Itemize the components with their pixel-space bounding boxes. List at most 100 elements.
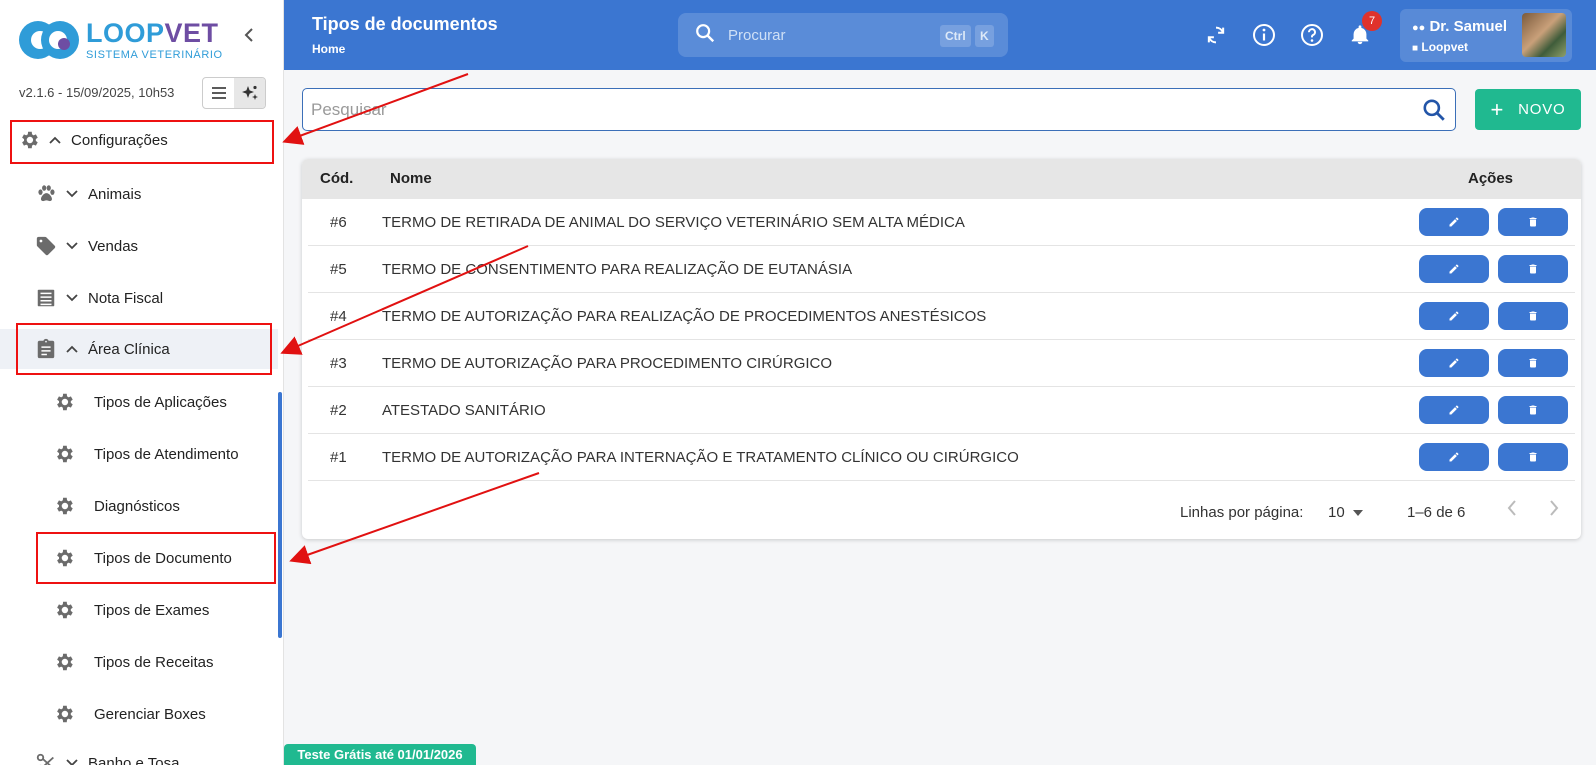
sidebar-item-tipos-de-exames[interactable]: Tipos de Exames	[0, 590, 278, 630]
sidebar-item-label: Tipos de Receitas	[94, 653, 214, 671]
gear-icon	[52, 442, 76, 466]
sidebar-item-vendas[interactable]: Vendas	[0, 226, 278, 266]
view-toggle[interactable]	[202, 77, 266, 109]
edit-button[interactable]	[1419, 443, 1489, 471]
delete-button[interactable]	[1498, 349, 1568, 377]
paw-icon	[34, 182, 58, 206]
sidebar-scrollbar[interactable]	[278, 392, 282, 638]
trash-icon	[1529, 452, 1537, 462]
gear-icon	[52, 650, 76, 674]
rows-per-page-select[interactable]: 10	[1328, 504, 1363, 521]
trash-icon	[1529, 264, 1537, 274]
gear-icon	[52, 702, 76, 726]
sidebar-item-gerenciar-boxes[interactable]: Gerenciar Boxes	[0, 694, 278, 734]
dropdown-arrow-icon	[1352, 509, 1363, 516]
delete-button[interactable]	[1498, 396, 1568, 424]
refresh-icon[interactable]	[1204, 23, 1228, 47]
row-code: #6	[330, 214, 347, 231]
chevron-down-icon	[64, 238, 80, 254]
column-header-actions: Ações	[1468, 170, 1514, 187]
page-title: Tipos de documentos	[312, 14, 498, 34]
sidebar-item-label: Diagnósticos	[94, 497, 180, 515]
plus-icon: +	[1490, 96, 1505, 122]
scissors-icon	[34, 751, 58, 765]
sidebar-item-nota-fiscal[interactable]: Nota Fiscal	[0, 278, 278, 318]
sidebar-item-label: Gerenciar Boxes	[94, 705, 206, 723]
sidebar-item-tipos-de-atendimento[interactable]: Tipos de Atendimento	[0, 434, 278, 474]
sparkle-icon[interactable]	[234, 78, 265, 108]
chevron-down-icon	[64, 186, 80, 202]
table-row: #5 TERMO DE CONSENTIMENTO PARA REALIZAÇÃO…	[308, 246, 1575, 293]
edit-button[interactable]	[1419, 255, 1489, 283]
search-icon	[694, 22, 716, 49]
row-code: #4	[330, 308, 347, 325]
sidebar-item-label: Vendas	[88, 237, 139, 255]
pencil-icon	[1449, 405, 1459, 415]
users-icon: ●●	[1412, 22, 1426, 34]
trash-icon	[1529, 217, 1537, 227]
table-search-field[interactable]	[302, 88, 1456, 131]
search-icon[interactable]	[1421, 97, 1447, 123]
sidebar-item-tipos-de-aplicacoes[interactable]: Tipos de Aplicações	[0, 382, 278, 422]
gear-icon	[52, 494, 76, 518]
row-name: TERMO DE AUTORIZAÇÃO PARA INTERNAÇÃO E T…	[382, 449, 1019, 466]
breadcrumb-home[interactable]: Home	[312, 42, 345, 56]
document-types-table: Cód. Nome Ações #6 TERMO DE RETIRADA DE A…	[302, 159, 1581, 539]
global-search[interactable]: Procurar Ctrl K	[678, 13, 1008, 57]
rows-per-page-label: Linhas por página:	[1180, 504, 1304, 521]
annotation-box-configuracoes	[10, 120, 274, 164]
logo-mark-icon	[18, 20, 80, 60]
table-row: #2 ATESTADO SANITÁRIO	[308, 387, 1575, 434]
sidebar: LOOPVET SISTEMA VETERINÁRIO v2.1.6 - 15/…	[0, 0, 284, 765]
column-header-code[interactable]: Cód.	[320, 170, 353, 187]
row-name: TERMO DE AUTORIZAÇÃO PARA PROCEDIMENTO C…	[382, 355, 833, 372]
column-header-name[interactable]: Nome	[390, 170, 432, 187]
edit-button[interactable]	[1419, 349, 1489, 377]
sidebar-item-diagnosticos[interactable]: Diagnósticos	[0, 486, 278, 526]
table-row: #3 TERMO DE AUTORIZAÇÃO PARA PROCEDIMENTO…	[308, 340, 1575, 387]
user-name: Dr. Samuel	[1429, 18, 1508, 35]
user-org: Loopvet	[1421, 40, 1469, 54]
chevron-down-icon	[64, 290, 80, 306]
trial-banner[interactable]: Teste Grátis até 01/01/2026	[284, 744, 476, 765]
sidebar-item-tipos-de-receitas[interactable]: Tipos de Receitas	[0, 642, 278, 682]
receipt-icon	[34, 286, 58, 310]
pagination-range: 1–6 de 6	[1407, 504, 1466, 521]
trash-icon	[1529, 405, 1537, 415]
delete-button[interactable]	[1498, 302, 1568, 330]
building-icon: ■	[1412, 43, 1419, 54]
sidebar-item-label: Tipos de Atendimento	[94, 445, 239, 463]
row-code: #1	[330, 449, 347, 466]
previous-page-icon[interactable]	[1506, 499, 1518, 521]
sidebar-item-label: Banho e Tosa	[88, 754, 180, 765]
avatar[interactable]	[1522, 13, 1566, 57]
delete-button[interactable]	[1498, 208, 1568, 236]
collapse-sidebar-button[interactable]	[240, 24, 258, 46]
pencil-icon	[1449, 358, 1459, 368]
list-view-icon[interactable]	[203, 78, 234, 108]
delete-button[interactable]	[1498, 255, 1568, 283]
edit-button[interactable]	[1419, 208, 1489, 236]
gear-icon	[52, 390, 76, 414]
edit-button[interactable]	[1419, 396, 1489, 424]
sidebar-item-animais[interactable]: Animais	[0, 174, 278, 214]
row-name: TERMO DE AUTORIZAÇÃO PARA REALIZAÇÃO DE …	[382, 308, 987, 325]
info-icon[interactable]	[1252, 23, 1276, 47]
next-page-icon[interactable]	[1548, 499, 1560, 521]
logo[interactable]: LOOPVET SISTEMA VETERINÁRIO	[18, 19, 223, 61]
sidebar-item-banho-e-tosa[interactable]: Banho e Tosa	[0, 743, 278, 765]
sidebar-item-label: Tipos de Exames	[94, 601, 210, 619]
edit-button[interactable]	[1419, 302, 1489, 330]
sidebar-item-label: Animais	[88, 185, 142, 203]
user-menu[interactable]: ●● Dr. Samuel ■ Loopvet	[1400, 9, 1572, 62]
row-name: ATESTADO SANITÁRIO	[382, 402, 546, 419]
table-search-input[interactable]	[311, 97, 1391, 123]
delete-button[interactable]	[1498, 443, 1568, 471]
help-icon[interactable]	[1300, 23, 1324, 47]
row-code: #5	[330, 261, 347, 278]
top-header: Tipos de documentos Home Procurar Ctrl K…	[284, 0, 1596, 70]
pencil-icon	[1449, 264, 1459, 274]
row-code: #3	[330, 355, 347, 372]
new-document-type-button[interactable]: + NOVO	[1475, 89, 1581, 130]
chevron-down-icon	[64, 755, 80, 765]
